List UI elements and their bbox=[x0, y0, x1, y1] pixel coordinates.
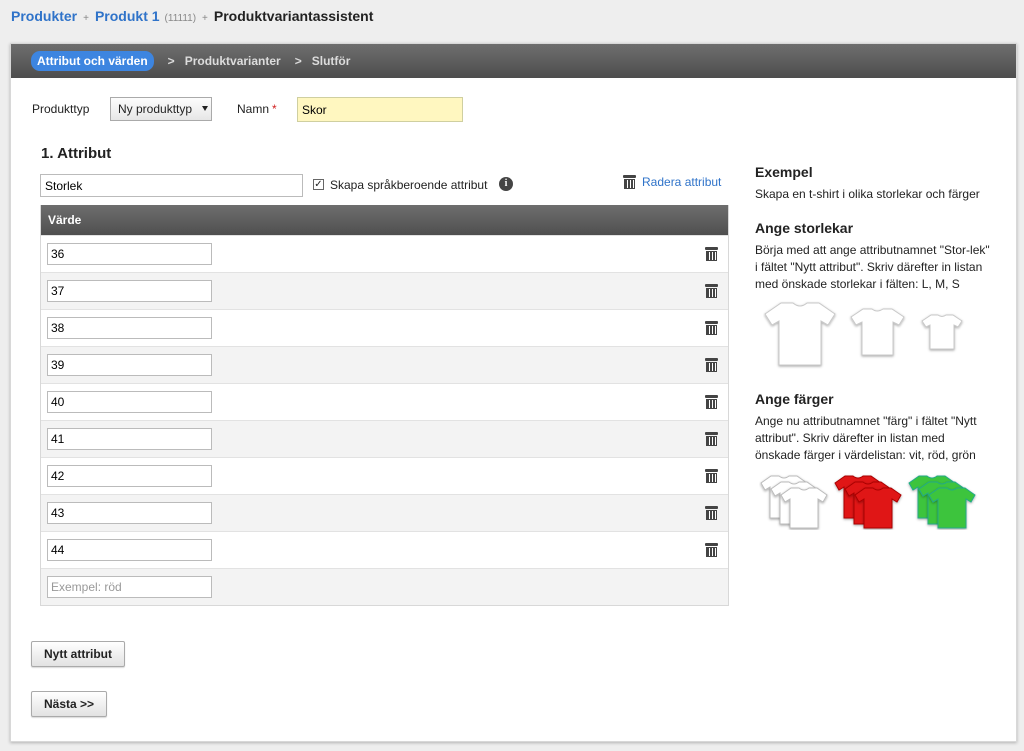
step-separator: > bbox=[167, 54, 175, 68]
values-table: Värde bbox=[40, 205, 729, 606]
value-row bbox=[41, 383, 728, 420]
tshirt-colors-icon bbox=[760, 475, 976, 529]
sizes-text: Börja med att ange attributnamnet "Stor-… bbox=[755, 243, 990, 291]
breadcrumb-products-link[interactable]: Produkter bbox=[11, 8, 77, 24]
value-input[interactable] bbox=[47, 502, 212, 524]
language-checkbox[interactable]: ✓ bbox=[313, 179, 324, 190]
example-panel: Exempel Skapa en t-shirt i olika storlek… bbox=[755, 164, 991, 530]
value-row bbox=[41, 272, 728, 309]
wizard-panel: Attribut och värden > Produktvarianter >… bbox=[10, 43, 1017, 742]
wizard-step-finish[interactable]: Slutför bbox=[312, 54, 351, 68]
value-input[interactable] bbox=[47, 317, 212, 339]
value-row bbox=[41, 420, 728, 457]
value-row bbox=[41, 235, 728, 272]
trash-icon[interactable] bbox=[705, 395, 718, 409]
new-attribute-button[interactable]: Nytt attribut bbox=[31, 641, 125, 667]
trash-icon[interactable] bbox=[705, 358, 718, 372]
breadcrumb-separator: + bbox=[83, 13, 89, 24]
value-row bbox=[41, 457, 728, 494]
value-row bbox=[41, 494, 728, 531]
language-checkbox-label[interactable]: Skapa språkberoende attribut bbox=[330, 178, 487, 192]
colors-title: Ange färger bbox=[755, 391, 834, 407]
value-row bbox=[41, 531, 728, 568]
trash-icon[interactable] bbox=[705, 469, 718, 483]
attribute-heading: 1. Attribut bbox=[41, 145, 112, 162]
sizes-title: Ange storlekar bbox=[755, 220, 854, 236]
size-example-image bbox=[763, 301, 991, 371]
name-label: Namn * bbox=[237, 102, 277, 116]
value-input[interactable] bbox=[47, 243, 212, 265]
wizard-steps-bar: Attribut och värden > Produktvarianter >… bbox=[11, 44, 1016, 78]
value-input[interactable] bbox=[47, 391, 212, 413]
example-title: Exempel bbox=[755, 164, 813, 180]
breadcrumb-product-link[interactable]: Produkt 1 bbox=[95, 8, 160, 24]
new-value-row bbox=[41, 568, 728, 605]
value-input[interactable] bbox=[47, 428, 212, 450]
delete-attribute-link[interactable]: Radera attribut bbox=[623, 175, 721, 189]
step-separator: > bbox=[294, 54, 302, 68]
example-intro: Skapa en t-shirt i olika storlekar och f… bbox=[755, 187, 980, 201]
breadcrumb-product-id: (11111) bbox=[164, 13, 197, 24]
trash-icon[interactable] bbox=[705, 284, 718, 298]
delete-attribute-label: Radera attribut bbox=[642, 175, 722, 189]
breadcrumb-separator: + bbox=[202, 13, 208, 24]
wizard-step-variants[interactable]: Produktvarianter bbox=[185, 54, 281, 68]
tshirt-sizes-icon bbox=[764, 302, 963, 366]
trash-icon[interactable] bbox=[705, 432, 718, 446]
product-type-value: Ny produkttyp bbox=[118, 102, 193, 116]
color-example-image bbox=[759, 472, 991, 530]
new-value-input[interactable] bbox=[47, 576, 212, 598]
value-row bbox=[41, 309, 728, 346]
attribute-name-input[interactable] bbox=[40, 174, 303, 197]
trash-icon[interactable] bbox=[705, 506, 718, 520]
value-input[interactable] bbox=[47, 465, 212, 487]
name-input[interactable] bbox=[297, 97, 463, 122]
product-type-select[interactable]: Ny produkttyp bbox=[110, 97, 212, 121]
breadcrumb: Produkter + Produkt 1 (11111) + Produktv… bbox=[11, 8, 373, 26]
product-type-label: Produkttyp bbox=[32, 102, 90, 116]
trash-icon bbox=[623, 175, 636, 189]
required-mark: * bbox=[272, 102, 277, 116]
trash-icon[interactable] bbox=[705, 247, 718, 261]
wizard-step-attributes[interactable]: Attribut och värden bbox=[31, 51, 154, 71]
value-row bbox=[41, 346, 728, 383]
next-button[interactable]: Nästa >> bbox=[31, 691, 108, 717]
chevron-down-icon bbox=[202, 106, 208, 111]
value-input[interactable] bbox=[47, 354, 212, 376]
page-title: Produktvariantassistent bbox=[213, 8, 374, 24]
trash-icon[interactable] bbox=[705, 321, 718, 335]
colors-text: Ange nu attributnamnet "färg" i fältet "… bbox=[755, 414, 977, 462]
value-input[interactable] bbox=[47, 539, 212, 561]
trash-icon[interactable] bbox=[705, 543, 718, 557]
values-table-header: Värde bbox=[41, 205, 728, 235]
value-input[interactable] bbox=[47, 280, 212, 302]
info-icon[interactable]: i bbox=[499, 177, 513, 191]
